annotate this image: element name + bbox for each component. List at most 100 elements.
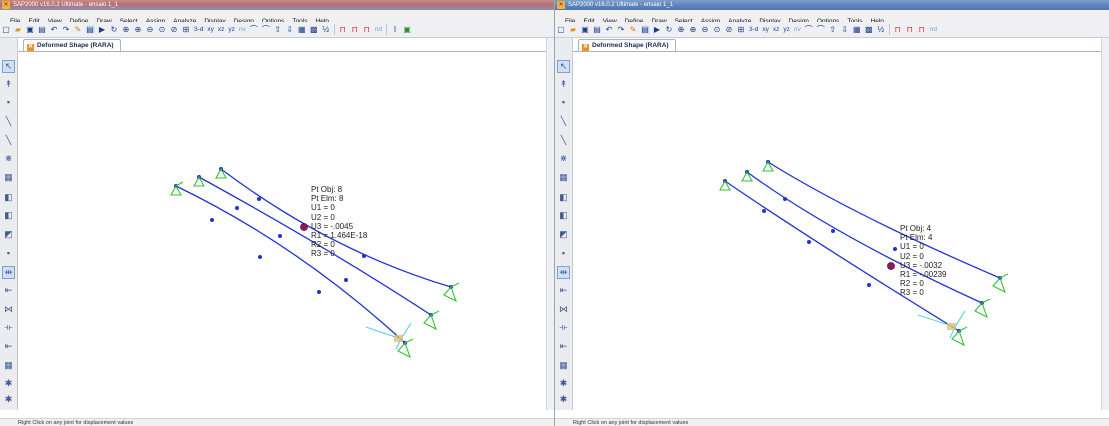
snap-perpendicular-icon[interactable]: ⟛: [558, 322, 569, 333]
snap-joints-icon[interactable]: ⇹: [2, 266, 15, 279]
refresh-icon[interactable]: ↻: [665, 25, 674, 34]
draw-point-icon[interactable]: ▪: [558, 97, 569, 108]
frame-icon[interactable]: ⊓: [338, 25, 347, 34]
more-button[interactable]: nd: [930, 22, 937, 37]
zoom-out-icon[interactable]: ⊖: [701, 25, 710, 34]
frame-member[interactable]: [175, 185, 406, 344]
draw-rect-area-icon[interactable]: ◧: [3, 210, 14, 221]
pan-icon[interactable]: ⊞: [737, 25, 746, 34]
pencil-icon[interactable]: ✎: [629, 25, 638, 34]
snap-intersection-icon[interactable]: ⋈: [3, 304, 14, 315]
tab-deformed-shape[interactable]: ✕ Deformed Shape (RARA): [23, 39, 121, 51]
draw-point-icon[interactable]: ▪: [3, 97, 14, 108]
frame-section-icon[interactable]: ⊓: [905, 25, 914, 34]
view-xz-button[interactable]: xz: [773, 22, 780, 37]
select-all-icon[interactable]: ✱: [3, 378, 14, 389]
joint[interactable]: [762, 209, 766, 213]
close-icon[interactable]: ✕: [27, 44, 34, 51]
perspective-icon[interactable]: ⌒: [816, 25, 825, 34]
joint[interactable]: [831, 229, 835, 233]
reshape-icon[interactable]: ↟: [558, 79, 569, 90]
zoom-window-icon[interactable]: ⊕: [677, 25, 686, 34]
joint[interactable]: [893, 247, 897, 251]
joint[interactable]: [807, 240, 811, 244]
zoom-previous-icon[interactable]: ⊘: [170, 25, 179, 34]
view-nv-button[interactable]: nv: [794, 22, 801, 37]
previous-selection-icon[interactable]: ✱: [3, 394, 14, 405]
frame-forces-icon[interactable]: ⊓: [362, 25, 371, 34]
new-model-icon[interactable]: ▢: [557, 25, 566, 34]
draw-solid-icon[interactable]: ◩: [3, 229, 14, 240]
vertical-scrollbar[interactable]: [1101, 38, 1109, 410]
zoom-previous-icon[interactable]: ⊘: [725, 25, 734, 34]
zoom-full-icon[interactable]: ⊙: [713, 25, 722, 34]
model-canvas[interactable]: Pt Obj: 8 Pt Elm: 8 U1 = 0 U2 = 0 U3 = -…: [18, 51, 553, 411]
reshape-icon[interactable]: ↟: [3, 79, 14, 90]
snap-line-icon[interactable]: ⇤: [3, 341, 14, 352]
snap-fine-grid-icon[interactable]: ▦: [3, 360, 14, 371]
lock-icon[interactable]: ▤: [85, 25, 95, 34]
draw-solid-icon[interactable]: ◩: [558, 229, 569, 240]
view-yz-button[interactable]: yz: [228, 22, 235, 37]
frame-section-icon[interactable]: ⊓: [350, 25, 359, 34]
view-3d-button[interactable]: 3-d: [749, 22, 758, 37]
pointer-icon[interactable]: ↖: [2, 60, 15, 73]
draw-quad-icon[interactable]: ◧: [558, 192, 569, 203]
show-undeformed-icon[interactable]: ▩: [864, 25, 873, 34]
view-xy-button[interactable]: xy: [762, 22, 769, 37]
snap-end-icon[interactable]: ⇤: [3, 285, 14, 296]
frame-icon[interactable]: ⊓: [893, 25, 902, 34]
up-arrow-icon[interactable]: ⇧: [273, 25, 282, 34]
snap-line-icon[interactable]: ⇤: [558, 341, 569, 352]
section-designer-icon[interactable]: I: [391, 25, 400, 34]
joint[interactable]: [317, 290, 321, 294]
new-model-icon[interactable]: ▢: [2, 25, 11, 34]
rubber-band-icon[interactable]: ⌒: [249, 25, 258, 34]
display-options-icon[interactable]: ▦: [297, 25, 306, 34]
run-analysis-icon[interactable]: ▶: [653, 25, 662, 34]
print-icon[interactable]: ▤: [593, 25, 602, 34]
pointer-icon[interactable]: ↖: [557, 60, 570, 73]
open-icon[interactable]: ▰: [14, 25, 23, 34]
view-yz-button[interactable]: yz: [783, 22, 790, 37]
title-bar[interactable]: ✕ SAP2000 v16.0.2 Ultimate - ensaio 1_1: [555, 0, 1109, 10]
snap-intersection-icon[interactable]: ⋈: [558, 304, 569, 315]
joint[interactable]: [278, 234, 282, 238]
draw-cable-icon[interactable]: ╲: [558, 135, 569, 146]
tab-deformed-shape[interactable]: ✕ Deformed Shape (RARA): [578, 39, 676, 51]
deformed-shape-drawing[interactable]: [573, 52, 1108, 411]
show-deformed-icon[interactable]: ½: [321, 25, 330, 34]
draw-link-icon[interactable]: ⋇: [3, 153, 14, 164]
selected-joint[interactable]: [300, 223, 308, 231]
run-analysis-icon[interactable]: ▶: [98, 25, 107, 34]
joint[interactable]: [867, 283, 871, 287]
refresh-icon[interactable]: ↻: [110, 25, 119, 34]
open-icon[interactable]: ▰: [569, 25, 578, 34]
snap-perpendicular-icon[interactable]: ⟛: [3, 322, 14, 333]
perspective-icon[interactable]: ⌒: [261, 25, 270, 34]
redo-icon[interactable]: ↷: [617, 25, 626, 34]
deformed-shape-drawing[interactable]: [18, 52, 553, 411]
snap-end-icon[interactable]: ⇤: [558, 285, 569, 296]
view-xy-button[interactable]: xy: [207, 22, 214, 37]
pencil-icon[interactable]: ✎: [74, 25, 83, 34]
up-arrow-icon[interactable]: ⇧: [828, 25, 837, 34]
snap-fine-grid-icon[interactable]: ▦: [558, 360, 569, 371]
redo-icon[interactable]: ↷: [62, 25, 71, 34]
save-icon[interactable]: ▣: [26, 25, 35, 34]
down-arrow-icon[interactable]: ⇩: [285, 25, 294, 34]
down-arrow-icon[interactable]: ⇩: [840, 25, 849, 34]
draw-quad-icon[interactable]: ◧: [3, 192, 14, 203]
rubber-band-icon[interactable]: ⌒: [804, 25, 813, 34]
lock-icon[interactable]: ▤: [640, 25, 650, 34]
close-icon[interactable]: ✕: [582, 44, 589, 51]
draw-area-icon[interactable]: ▦: [3, 172, 14, 183]
vertical-scrollbar[interactable]: [546, 38, 554, 410]
show-undeformed-icon[interactable]: ▩: [309, 25, 318, 34]
view-nv-button[interactable]: nv: [239, 22, 246, 37]
joint[interactable]: [210, 218, 214, 222]
draw-rect-area-icon[interactable]: ◧: [558, 210, 569, 221]
view-3d-button[interactable]: 3-d: [194, 22, 203, 37]
save-icon[interactable]: ▣: [581, 25, 590, 34]
joint[interactable]: [258, 255, 262, 259]
